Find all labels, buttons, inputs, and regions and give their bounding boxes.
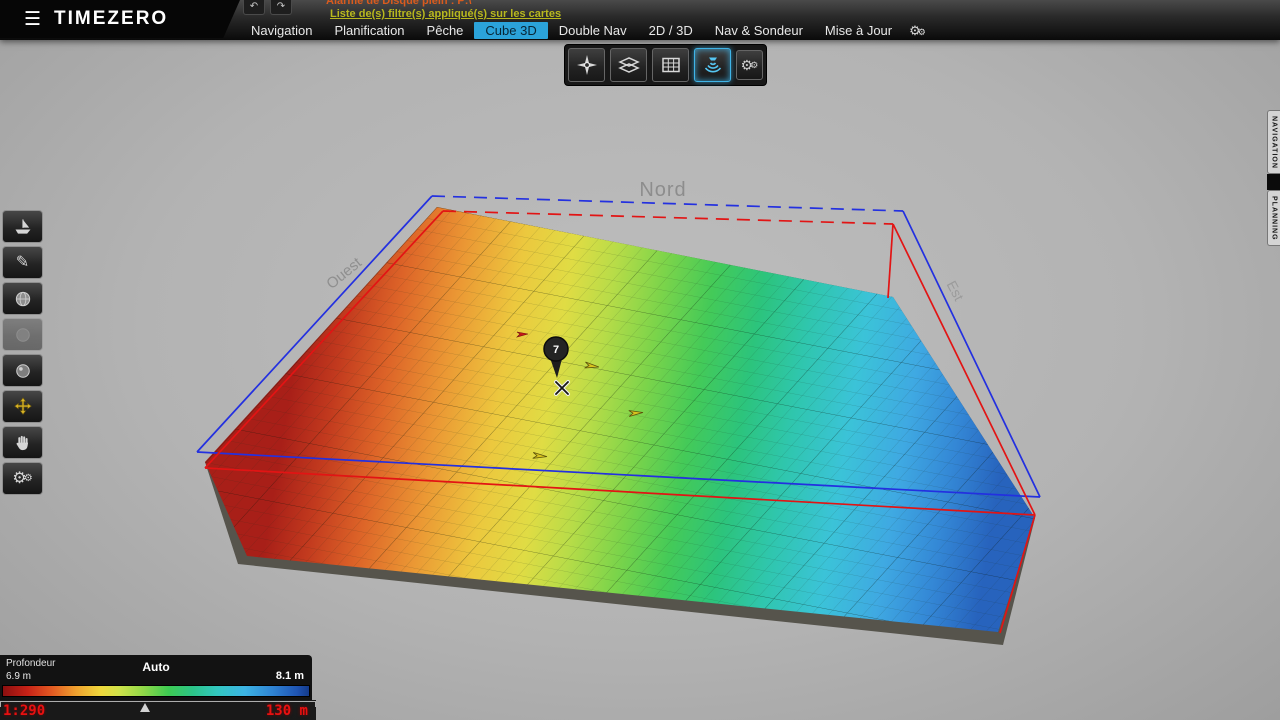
ruler-tick bbox=[0, 701, 1, 707]
depth-min-value: 6.9 m bbox=[6, 671, 31, 682]
tool-options-button[interactable]: ⚙ ⚙ bbox=[2, 462, 43, 495]
sounder-view-button[interactable] bbox=[694, 48, 731, 82]
gear-icon: ⚙ bbox=[918, 28, 926, 37]
view-toolbar: ⚙ ⚙ bbox=[564, 44, 767, 86]
scale-distance: 130 m bbox=[266, 703, 308, 719]
tab-navigation[interactable]: Navigation bbox=[240, 22, 323, 39]
move-3d-icon bbox=[12, 396, 34, 418]
disk-full-alert: Alarme de Disque plein : P:\ bbox=[326, 0, 471, 7]
globe-tool-button[interactable] bbox=[2, 282, 43, 315]
globe-icon bbox=[13, 289, 33, 309]
depth-scale-mode[interactable]: Auto bbox=[0, 660, 312, 674]
grid-icon bbox=[659, 53, 683, 77]
ruler-tick bbox=[315, 701, 316, 707]
undo-redo-group: ↶ ↷ bbox=[243, 0, 292, 15]
workspace-settings-button[interactable]: ⚙ ⚙ bbox=[909, 24, 926, 37]
undo-button[interactable]: ↶ bbox=[243, 0, 265, 15]
scale-ruler-line bbox=[0, 701, 316, 702]
gear-icon: ⚙ bbox=[24, 474, 33, 484]
draw-tool-button[interactable]: ✎ bbox=[2, 246, 43, 279]
side-panel-tabs: NAVIGATION PLANNING bbox=[1267, 110, 1280, 246]
sphere-icon bbox=[13, 361, 33, 381]
top-bar: Alarme de Disque plein : P:\ Liste de(s)… bbox=[0, 0, 1280, 40]
sounder-icon bbox=[701, 53, 725, 77]
side-tab-navigation[interactable]: NAVIGATION bbox=[1267, 110, 1280, 174]
app-window: Nord Ouest Est 7 Alarme de Disqu bbox=[0, 0, 1280, 720]
pencil-icon: ✎ bbox=[16, 255, 29, 271]
scale-marker-icon bbox=[140, 703, 150, 712]
depth-color-gradient[interactable] bbox=[2, 685, 310, 697]
grid-view-button[interactable] bbox=[652, 48, 689, 82]
side-tab-planning[interactable]: PLANNING bbox=[1267, 190, 1280, 246]
compass-north-label: Nord bbox=[639, 179, 686, 201]
compass-view-button[interactable] bbox=[568, 48, 605, 82]
tab-nav-sondeur[interactable]: Nav & Sondeur bbox=[704, 22, 814, 39]
depth-max-value: 8.1 m bbox=[276, 670, 304, 682]
side-tab-divider bbox=[1267, 174, 1280, 190]
redo-button[interactable]: ↷ bbox=[270, 0, 292, 15]
gear-icon: ⚙ bbox=[750, 60, 758, 71]
compass-east-label: Est bbox=[944, 278, 968, 303]
tab-2d-3d[interactable]: 2D / 3D bbox=[638, 22, 704, 39]
chart-filter-notice[interactable]: Liste de(s) filtre(s) appliqué(s) sur le… bbox=[330, 8, 561, 20]
move-3d-tool-button[interactable] bbox=[2, 390, 43, 423]
tab-cube-3d[interactable]: Cube 3D bbox=[474, 22, 547, 39]
map-scale-strip: 1:290 130 m bbox=[0, 700, 316, 720]
boat-tool-button[interactable] bbox=[2, 210, 43, 243]
compass-west-label: Ouest bbox=[323, 254, 365, 293]
pan-tool-button[interactable] bbox=[2, 426, 43, 459]
charts-button[interactable] bbox=[610, 48, 647, 82]
hamburger-menu-icon[interactable]: ☰ bbox=[24, 10, 41, 29]
tab-double-nav[interactable]: Double Nav bbox=[548, 22, 638, 39]
scale-ratio: 1:290 bbox=[3, 703, 45, 719]
orbit-tool-button[interactable] bbox=[2, 354, 43, 387]
app-title: TIMEZERO bbox=[54, 8, 168, 30]
tab-planification[interactable]: Planification bbox=[323, 22, 415, 39]
chart-layers-icon bbox=[617, 53, 641, 77]
workspace-tabs: Navigation Planification Pêche Cube 3D D… bbox=[240, 21, 926, 40]
hand-icon bbox=[13, 433, 33, 453]
tab-mise-a-jour[interactable]: Mise à Jour bbox=[814, 22, 903, 39]
disabled-tool-icon bbox=[13, 325, 33, 345]
left-tool-column: ✎ bbox=[2, 210, 43, 495]
depth-scale-panel: Profondeur Auto 6.9 m 8.1 m bbox=[0, 655, 312, 700]
cube-3d-viewport[interactable]: Nord Ouest Est 7 bbox=[0, 0, 1280, 720]
tab-peche[interactable]: Pêche bbox=[416, 22, 475, 39]
compass-icon bbox=[575, 53, 599, 77]
toolbar-options-button[interactable]: ⚙ ⚙ bbox=[736, 50, 763, 80]
app-brand: ☰ TIMEZERO bbox=[0, 0, 240, 38]
depth-pin-label: 7 bbox=[553, 344, 559, 356]
disabled-tool-button bbox=[2, 318, 43, 351]
boat-icon bbox=[12, 217, 34, 237]
